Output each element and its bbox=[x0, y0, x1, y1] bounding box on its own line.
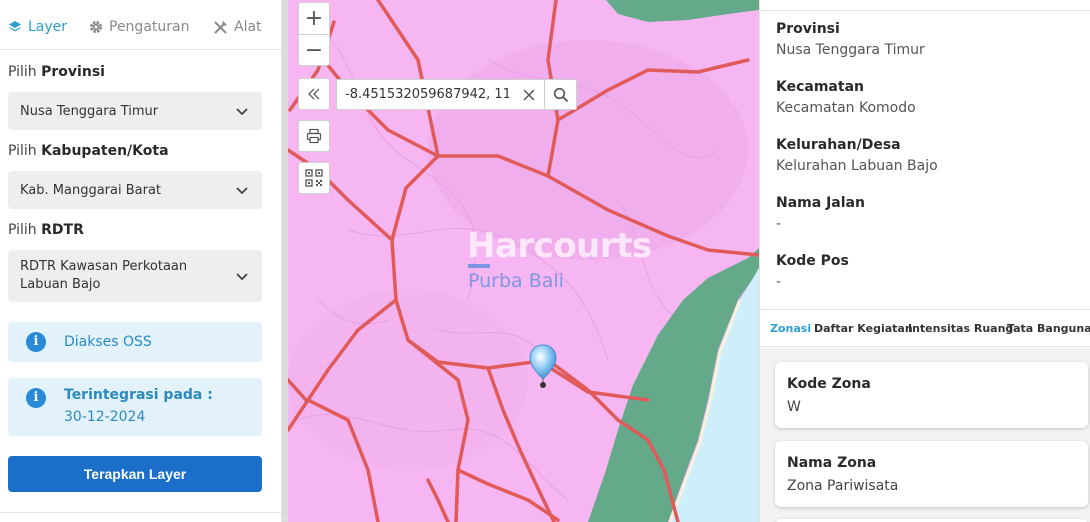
rdtr-select-value: RDTR Kawasan Perkotaan Labuan Bajo bbox=[20, 259, 188, 292]
coordinate-search-box bbox=[336, 79, 577, 110]
divider bbox=[0, 512, 282, 513]
info-icon: i bbox=[26, 388, 46, 408]
provinsi-value: Nusa Tenggara Timur bbox=[776, 42, 925, 58]
kabupaten-label-prefix: Pilih bbox=[8, 143, 42, 159]
printer-icon bbox=[306, 128, 322, 144]
kabupaten-label: Pilih Kabupaten/Kota bbox=[8, 143, 169, 159]
tab-tata-bangunan[interactable]: Tata Bangunan bbox=[1007, 322, 1090, 335]
provinsi-label-prefix: Pilih bbox=[8, 64, 42, 80]
kelurahan-value: Kelurahan Labuan Bajo bbox=[776, 158, 938, 174]
info-icon: i bbox=[26, 332, 46, 352]
rdtr-label-strong: RDTR bbox=[41, 222, 84, 238]
integration-info-box: i Terintegrasi pada : 30-12-2024 bbox=[8, 378, 262, 436]
kode-zona-key: Kode Zona bbox=[787, 376, 871, 392]
rdtr-select[interactable]: RDTR Kawasan Perkotaan Labuan Bajo bbox=[8, 250, 262, 302]
nama-jalan-key: Nama Jalan bbox=[776, 195, 865, 211]
provinsi-select-value: Nusa Tenggara Timur bbox=[20, 103, 159, 119]
kecamatan-key: Kecamatan bbox=[776, 79, 864, 95]
kode-pos-value: - bbox=[776, 274, 782, 290]
nama-zona-value: Zona Pariwisata bbox=[787, 478, 899, 494]
watermark-title: Harcourts bbox=[467, 226, 652, 266]
oss-info-box: i Diakses OSS bbox=[8, 322, 262, 362]
tab-layer[interactable]: Layer bbox=[8, 17, 67, 37]
kabupaten-label-strong: Kabupaten/Kota bbox=[41, 143, 169, 159]
tools-icon bbox=[213, 20, 228, 35]
layers-icon bbox=[8, 20, 22, 34]
collapse-sidebar-button[interactable] bbox=[298, 78, 330, 110]
rdtr-label-prefix: Pilih bbox=[8, 222, 42, 238]
nama-jalan-value: - bbox=[776, 216, 782, 232]
kabupaten-select-value: Kab. Manggarai Barat bbox=[20, 182, 162, 198]
zoom-out-button[interactable]: − bbox=[298, 34, 330, 66]
kode-zona-card: Kode Zona W bbox=[775, 362, 1088, 428]
tab-daftar-kegiatan[interactable]: Daftar Kegiatan bbox=[814, 322, 913, 335]
divider bbox=[760, 10, 1090, 11]
tab-zonasi[interactable]: Zonasi bbox=[770, 322, 811, 335]
location-info-panel: Provinsi Nusa Tenggara Timur Kecamatan K… bbox=[759, 0, 1090, 522]
integration-date: 30-12-2024 bbox=[64, 409, 146, 425]
search-button[interactable] bbox=[544, 80, 577, 109]
zoom-in-button[interactable]: + bbox=[298, 2, 330, 34]
kabupaten-select[interactable]: Kab. Manggarai Barat bbox=[8, 171, 262, 209]
provinsi-select[interactable]: Nusa Tenggara Timur bbox=[8, 92, 262, 130]
tab-layer-label: Layer bbox=[28, 19, 68, 35]
integration-title: Terintegrasi pada : bbox=[64, 387, 213, 403]
kelurahan-key: Kelurahan/Desa bbox=[776, 137, 901, 153]
print-button[interactable] bbox=[298, 120, 330, 152]
rdtr-label: Pilih RDTR bbox=[8, 222, 84, 238]
provinsi-key: Provinsi bbox=[776, 21, 840, 37]
zone-cards-area: Kode Zona W Nama Zona Zona Pariwisata bbox=[760, 348, 1090, 522]
nama-zona-key: Nama Zona bbox=[787, 455, 877, 471]
close-icon bbox=[523, 89, 535, 101]
chevron-down-icon bbox=[236, 108, 248, 116]
location-pin-icon[interactable] bbox=[527, 343, 559, 389]
plus-icon: + bbox=[304, 6, 324, 31]
sidebar-tabs: Layer Pengaturan Alat bbox=[0, 0, 282, 50]
kecamatan-value: Kecamatan Komodo bbox=[776, 100, 916, 116]
zone-tabs: Zonasi Daftar Kegiatan Intensitas Ruang … bbox=[760, 309, 1090, 347]
double-chevron-left-icon bbox=[308, 88, 320, 100]
chevron-down-icon bbox=[236, 273, 248, 281]
gear-icon bbox=[89, 20, 103, 34]
watermark-bar bbox=[468, 264, 490, 268]
tab-pengaturan-label: Pengaturan bbox=[109, 19, 190, 35]
nama-zona-card: Nama Zona Zona Pariwisata bbox=[775, 441, 1088, 507]
oss-info-text: Diakses OSS bbox=[64, 334, 152, 350]
tab-alat-label: Alat bbox=[234, 19, 262, 35]
apply-layer-button[interactable]: Terapkan Layer bbox=[8, 456, 262, 492]
coordinate-input[interactable] bbox=[337, 80, 517, 109]
qr-code-icon bbox=[305, 169, 323, 187]
watermark-subtitle: Purba Bali bbox=[468, 270, 564, 292]
kode-pos-key: Kode Pos bbox=[776, 253, 849, 269]
minus-icon: − bbox=[304, 37, 324, 63]
clear-button[interactable] bbox=[518, 84, 540, 106]
qr-code-button[interactable] bbox=[298, 162, 330, 194]
layer-sidebar: Layer Pengaturan Alat Pilih Provinsi Nus… bbox=[0, 0, 282, 522]
kode-zona-value: W bbox=[787, 399, 801, 415]
search-icon bbox=[553, 87, 569, 102]
map-canvas[interactable]: Harcourts Purba Bali + − bbox=[288, 0, 759, 522]
chevron-down-icon bbox=[236, 187, 248, 195]
tab-intensitas-ruang[interactable]: Intensitas Ruang bbox=[908, 322, 1013, 335]
provinsi-label-strong: Provinsi bbox=[41, 64, 105, 80]
tab-pengaturan[interactable]: Pengaturan bbox=[89, 17, 189, 37]
provinsi-label: Pilih Provinsi bbox=[8, 64, 105, 80]
tab-alat[interactable]: Alat bbox=[213, 17, 262, 37]
